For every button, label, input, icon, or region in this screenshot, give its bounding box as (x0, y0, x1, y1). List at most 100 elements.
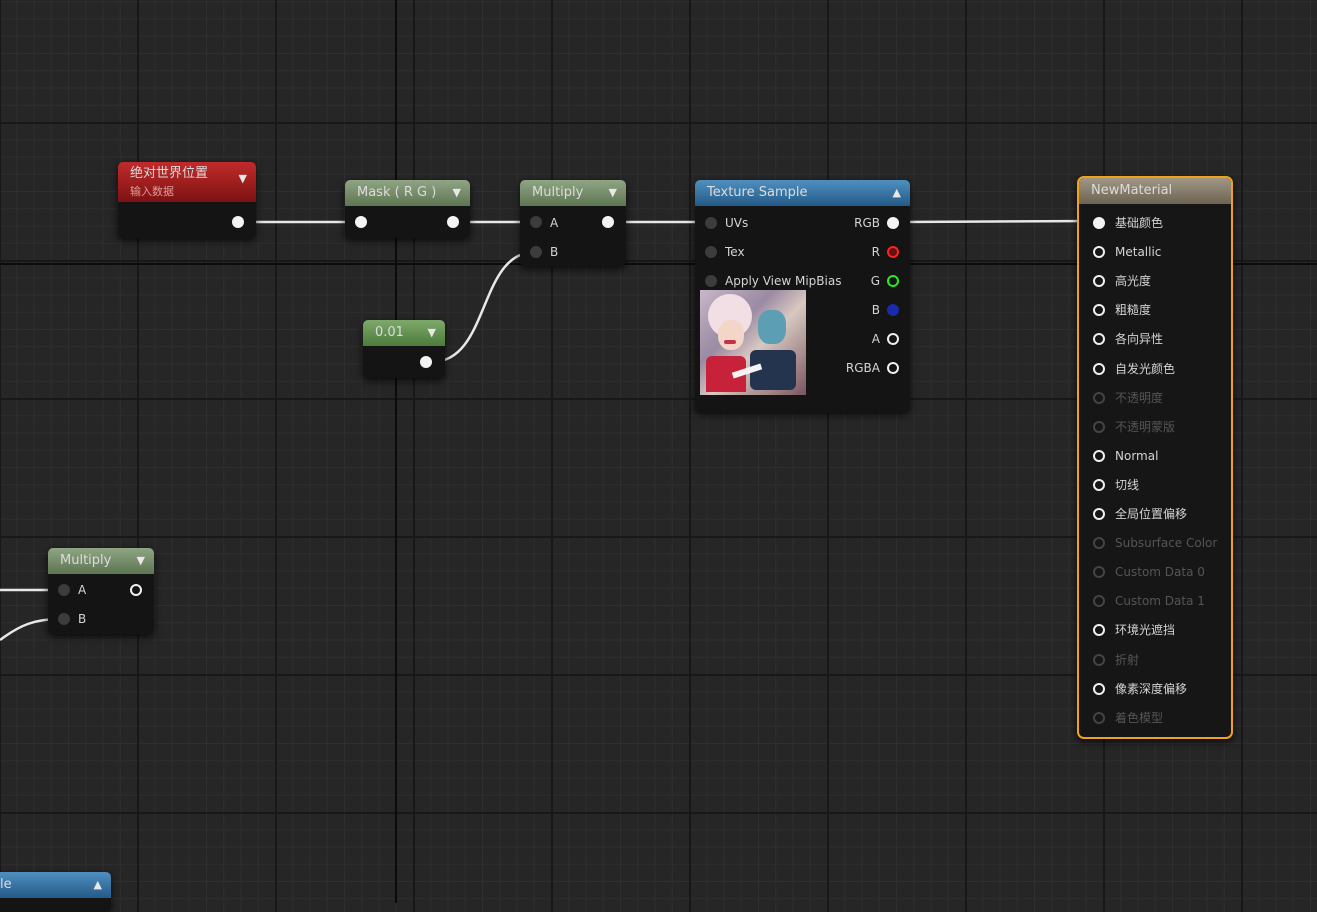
material-input-pin[interactable] (1093, 508, 1105, 520)
output-pin-rgba[interactable] (887, 362, 899, 374)
node-header[interactable]: 0.01 ▼ (363, 320, 445, 346)
material-input-pin[interactable] (1093, 391, 1105, 404)
material-input-pin[interactable] (1093, 682, 1105, 695)
material-input-pin[interactable] (1093, 420, 1105, 433)
texture-preview-thumbnail (700, 290, 806, 395)
grid-axis-vertical (395, 0, 397, 903)
wire-rgb-to-basecolor (899, 219, 1097, 224)
chevron-down-icon[interactable]: ▼ (609, 180, 617, 206)
material-input-pin[interactable] (1093, 537, 1105, 550)
material-pin-label: Metallic (1115, 245, 1162, 260)
node-multiply-2[interactable]: Multiply ▼ A B (48, 548, 154, 634)
node-title: Texture Sample (707, 185, 808, 200)
input-pin-tex[interactable] (705, 246, 717, 258)
output-pin-rgb[interactable] (887, 217, 899, 229)
material-pin-label: 不透明度 (1115, 390, 1164, 405)
node-material-output[interactable]: NewMaterial 基础颜色 Metallic 高光度粗糙度各向异性自发光颜色不… (1077, 176, 1233, 739)
material-pin-label: Custom Data 0 (1115, 565, 1205, 580)
node-mask[interactable]: Mask ( R G ) ▼ (345, 180, 470, 238)
node-header[interactable]: le ▲ (0, 872, 111, 898)
material-pin-label: 着色模型 (1115, 710, 1164, 725)
material-input-pin[interactable] (1093, 653, 1105, 666)
node-header[interactable]: Mask ( R G ) ▼ (345, 180, 470, 206)
output-pin-b[interactable] (887, 304, 899, 316)
material-pin-label: 自发光颜色 (1115, 361, 1176, 376)
input-pin[interactable] (355, 216, 367, 228)
node-header[interactable]: Multiply ▼ (48, 548, 154, 574)
node-header[interactable]: NewMaterial (1079, 178, 1231, 204)
node-constant[interactable]: 0.01 ▼ (363, 320, 445, 378)
output-pin-r[interactable] (887, 246, 899, 258)
node-title: 绝对世界位置 (130, 166, 209, 181)
material-input-pin[interactable] (1093, 624, 1105, 637)
material-input-pin[interactable] (1093, 595, 1105, 608)
pin-label-g: G (870, 274, 880, 288)
material-pin-label: 全局位置偏移 (1115, 507, 1188, 521)
input-pin-a[interactable] (530, 216, 542, 228)
wire-constant-to-multiply-b (431, 250, 536, 364)
material-input-pin[interactable] (1093, 449, 1105, 462)
material-pin-label: 高光度 (1115, 274, 1152, 289)
output-pin[interactable] (602, 216, 614, 228)
node-header[interactable]: Multiply ▼ (520, 180, 626, 206)
pin-label-a: A (550, 216, 559, 230)
node-partial-texture[interactable]: le ▲ (0, 872, 111, 912)
input-pin-mipbias[interactable] (705, 275, 717, 287)
chevron-up-icon[interactable]: ▲ (893, 180, 901, 206)
output-pin[interactable] (232, 216, 244, 228)
node-header[interactable]: Texture Sample ▲ (695, 180, 910, 206)
input-pin-b[interactable] (58, 613, 70, 625)
output-pin-a[interactable] (887, 333, 899, 345)
output-pin[interactable] (420, 356, 432, 368)
node-title: 0.01 (375, 325, 404, 340)
material-pin-label: 像素深度偏移 (1115, 681, 1188, 696)
material-pin-label: 粗糙度 (1115, 303, 1152, 318)
output-pin[interactable] (130, 584, 142, 596)
pin-label-mipbias: Apply View MipBias (725, 274, 842, 288)
pin-label-rgba: RGBA (845, 361, 880, 375)
material-input-pin[interactable] (1093, 333, 1105, 346)
material-pin-label: 环境光遮挡 (1115, 623, 1176, 638)
material-pin-label: 不透明蒙版 (1115, 419, 1176, 434)
material-input-pin[interactable] (1093, 566, 1105, 579)
material-input-pin[interactable] (1093, 246, 1105, 259)
node-title: Multiply (60, 553, 112, 568)
pin-label-rgb: RGB (854, 216, 880, 230)
pin-label-b: B (78, 612, 87, 626)
material-input-pin[interactable] (1093, 711, 1105, 724)
node-world-position[interactable]: 绝对世界位置 输入数据 ▼ (118, 162, 256, 238)
output-pin[interactable] (447, 216, 459, 228)
chevron-up-icon[interactable]: ▲ (94, 872, 102, 898)
chevron-down-icon[interactable]: ▼ (239, 170, 247, 188)
material-input-pin[interactable] (1093, 362, 1105, 375)
node-texture-sample[interactable]: Texture Sample ▲ UVs Tex Apply View MipB… (695, 180, 910, 412)
node-title: Mask ( R G ) (357, 185, 437, 200)
chevron-down-icon[interactable]: ▼ (428, 320, 436, 346)
node-header[interactable]: 绝对世界位置 输入数据 ▼ (118, 162, 256, 202)
material-pin-label: 各向异性 (1115, 332, 1164, 347)
node-title: le (0, 877, 12, 892)
material-pin-label: Subsurface Color (1115, 536, 1218, 551)
node-subtitle: 输入数据 (130, 185, 174, 198)
input-pin-uvs[interactable] (705, 217, 717, 229)
material-pin-label: 基础颜色 (1115, 216, 1164, 230)
pin-label-a: A (871, 332, 880, 346)
output-pin-g[interactable] (887, 275, 899, 287)
pin-label-r: R (871, 245, 880, 259)
chevron-down-icon[interactable]: ▼ (137, 548, 145, 574)
pin-label-a: A (78, 583, 87, 597)
material-input-pin[interactable] (1093, 275, 1105, 288)
material-input-pin[interactable] (1093, 304, 1105, 317)
material-input-pin[interactable] (1093, 217, 1105, 229)
material-input-pin[interactable] (1093, 478, 1105, 491)
pin-label-tex: Tex (725, 245, 745, 259)
node-title: Multiply (532, 185, 584, 200)
node-title: NewMaterial (1091, 183, 1173, 198)
input-pin-b[interactable] (530, 246, 542, 258)
node-multiply[interactable]: Multiply ▼ A B (520, 180, 626, 266)
material-pin-label: Normal (1115, 448, 1159, 463)
input-pin-a[interactable] (58, 584, 70, 596)
pin-label-b: B (871, 303, 880, 317)
chevron-down-icon[interactable]: ▼ (453, 180, 461, 206)
material-pin-label: 折射 (1115, 652, 1140, 667)
